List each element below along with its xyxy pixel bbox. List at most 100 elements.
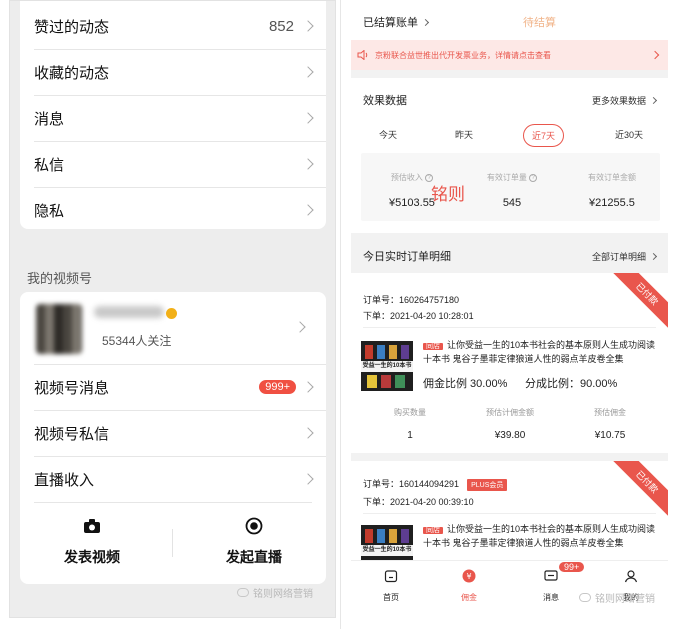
effect-stats: 预估收入 ? ¥5103.55 有效订单量 ? 545 有效订单金额 ¥2125… [361, 153, 660, 221]
menu-card: 赞过的动态 852 收藏的动态 消息 私信 隐私 [20, 1, 326, 229]
channel-account-row[interactable]: 55344人关注 [20, 292, 326, 364]
liked-count: 852 [268, 17, 294, 35]
period-tabs: 今天 昨天 近7天 近30天 [351, 124, 668, 148]
stat-valid-orders: 有效订单量 ? 545 [465, 153, 559, 209]
commission-icon: ¥ [462, 569, 476, 583]
live-icon [194, 517, 314, 535]
tab-last-30-days[interactable]: 近30天 [615, 128, 643, 141]
effect-title: 效果数据 [363, 95, 407, 107]
followers-count: 55344人关注 [102, 334, 172, 348]
menu-private-messages[interactable]: 私信 [20, 141, 326, 187]
chevron-right-icon [421, 18, 430, 26]
pending-settlement-tab[interactable]: 待结算 [523, 14, 556, 30]
settlement-bar: 已结算账单 待结算 [341, 0, 676, 40]
all-orders-link[interactable]: 全部订单明细 [592, 250, 658, 263]
plus-member-badge: PLUS会员 [467, 479, 508, 491]
menu-favorite-posts[interactable]: 收藏的动态 [20, 49, 326, 95]
stat-valid-order-amount: 有效订单金额 ¥21255.5 [565, 153, 659, 209]
order-time: 下单：2021-04-20 10:28:01 [363, 311, 474, 321]
verified-icon [166, 308, 177, 319]
chevron-right-icon [650, 50, 660, 60]
wechat-icon [579, 593, 591, 602]
settled-bill-link[interactable]: 已结算账单 [363, 14, 430, 30]
order-number: 订单号：160144094291 PLUS会员 [363, 477, 508, 491]
menu-liked-posts[interactable]: 赞过的动态 852 [20, 3, 326, 49]
shop-tag: 同店 [423, 527, 443, 534]
order-card[interactable]: 已付款 订单号：160144094291 PLUS会员 下单：2021-04-20… [351, 461, 668, 560]
live-income[interactable]: 直播收入 [20, 456, 326, 502]
more-effect-link[interactable]: 更多效果数据 [592, 94, 658, 107]
chevron-right-icon [649, 252, 658, 260]
menu-label: 视频号私信 [34, 425, 110, 443]
watermark: 铭则网络营销 [579, 590, 655, 605]
tab-messages[interactable]: 99+ 消息 [521, 562, 585, 603]
menu-label: 收藏的动态 [34, 64, 110, 82]
product-thumbnail: 受益一生的10本书 [361, 525, 413, 560]
menu-privacy[interactable]: 隐私 [20, 187, 326, 233]
order-commission-amount: 预估计佣金额 ¥39.80 [486, 408, 534, 441]
menu-label: 隐私 [34, 202, 65, 220]
shop-tag: 同店 [423, 343, 443, 350]
overlay-watermark: 铭则 [431, 185, 465, 204]
notice-banner[interactable]: 京粉联合益世推出代开发票业务，详情请点击查看 [351, 40, 668, 70]
channel-private-messages[interactable]: 视频号私信 [20, 410, 326, 456]
effect-header: 效果数据 更多效果数据 [351, 92, 668, 108]
chevron-right-icon [302, 158, 314, 170]
go-live-label: 发起直播 [226, 549, 282, 565]
profile-icon [624, 570, 638, 583]
tab-last-7-days[interactable]: 近7天 [523, 124, 565, 147]
orders-header: 今日实时订单明细 全部订单明细 [351, 248, 668, 264]
paid-ribbon: 已付款 [608, 461, 668, 521]
tab-today[interactable]: 今天 [379, 128, 397, 141]
chevron-right-icon [302, 381, 314, 393]
home-icon [384, 570, 398, 583]
channel-actions: 发表视频 发起直播 [20, 517, 326, 577]
menu-label: 私信 [34, 156, 65, 174]
go-live-button[interactable]: 发起直播 [194, 517, 314, 567]
product-title: 同店 让你受益一生的10本书社会的基本原则人生成功阅读十本书 鬼谷子墨菲定律狼道人… [423, 340, 656, 364]
camera-icon [32, 517, 152, 535]
channel-name-blurred [94, 306, 164, 318]
post-video-label: 发表视频 [64, 549, 120, 565]
svg-text:¥: ¥ [466, 572, 471, 581]
stat-value: ¥21255.5 [589, 197, 635, 209]
message-badge: 99+ [559, 562, 585, 572]
orders-title: 今日实时订单明细 [363, 251, 451, 263]
tab-yesterday[interactable]: 昨天 [455, 128, 473, 141]
product-title: 同店 让你受益一生的10本书社会的基本原则人生成功阅读十本书 鬼谷子墨菲定律狼道人… [423, 524, 656, 548]
wechat-me-panel: 赞过的动态 852 收藏的动态 消息 私信 隐私 我的视频号 55344人关注 … [9, 0, 336, 618]
channel-messages[interactable]: 视频号消息 999+ [20, 364, 326, 410]
help-icon[interactable]: ? [529, 173, 538, 182]
share-rate: 分成比例：90.00% [525, 378, 618, 390]
order-number: 订单号：160264757180 [363, 295, 460, 305]
menu-label: 视频号消息 [34, 379, 110, 397]
menu-messages[interactable]: 消息 [20, 95, 326, 141]
notice-text: 京粉联合益世推出代开发票业务，详情请点击查看 [375, 50, 551, 60]
chevron-right-icon [302, 427, 314, 439]
order-card[interactable]: 已付款 订单号：160264757180 下单：2021-04-20 10:28… [351, 273, 668, 453]
unread-badge: 999+ [259, 380, 296, 394]
avatar [36, 304, 82, 354]
order-estimated-commission: 预估佣金 ¥10.75 [594, 408, 626, 441]
menu-label: 赞过的动态 [34, 18, 110, 36]
menu-label: 消息 [34, 110, 65, 128]
message-icon [544, 570, 558, 581]
menu-label: 直播收入 [34, 471, 95, 489]
watermark: 铭则网络营销 [237, 585, 313, 600]
tab-commission[interactable]: ¥ 佣金 [439, 569, 499, 603]
chevron-right-icon [649, 96, 658, 104]
speaker-icon [357, 50, 368, 60]
chevron-right-icon [302, 112, 314, 124]
jd-union-panel: 已结算账单 待结算 京粉联合益世推出代开发票业务，详情请点击查看 效果数据 更多… [340, 0, 676, 629]
stat-value: 545 [502, 197, 522, 209]
order-quantity: 购买数量 1 [394, 408, 426, 441]
paid-ribbon: 已付款 [608, 273, 668, 333]
chevron-right-icon [302, 204, 314, 216]
chevron-right-icon [302, 20, 314, 32]
tab-home[interactable]: 首页 [361, 569, 421, 603]
product-thumbnail: 受益一生的10本书 [361, 341, 413, 391]
video-channel-card: 55344人关注 视频号消息 999+ 视频号私信 直播收入 发表视频 发起直播 [20, 292, 326, 584]
chevron-right-icon [294, 321, 306, 333]
section-title: 我的视频号 [27, 271, 93, 286]
post-video-button[interactable]: 发表视频 [32, 517, 152, 567]
